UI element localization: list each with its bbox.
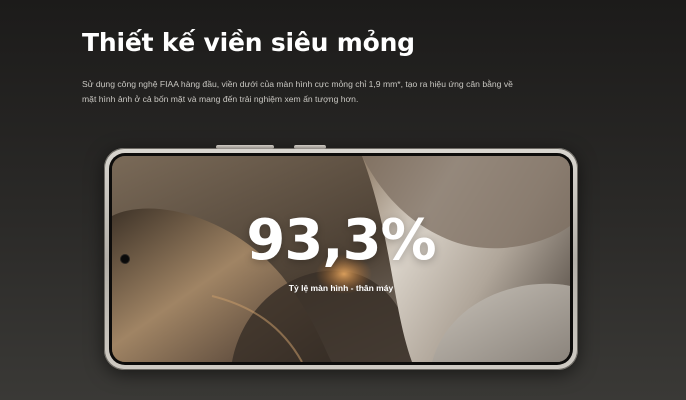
section-description: Sử dụng công nghệ FIAA hàng đầu, viền dư… [82, 79, 513, 104]
power-button [294, 145, 326, 149]
screen-ratio-caption: Tỷ lệ màn hình - thân máy [288, 283, 394, 293]
volume-button [216, 145, 274, 149]
phone-bezel: 93,3% Tỷ lệ màn hình - thân máy [109, 153, 573, 365]
phone-image: 93,3% Tỷ lệ màn hình - thân máy [104, 145, 578, 370]
section-title: Thiết kế viền siêu mỏng [82, 28, 415, 57]
phone-screen: 93,3% Tỷ lệ màn hình - thân máy [112, 156, 570, 362]
screen-ratio-value: 93,3% [246, 208, 436, 273]
